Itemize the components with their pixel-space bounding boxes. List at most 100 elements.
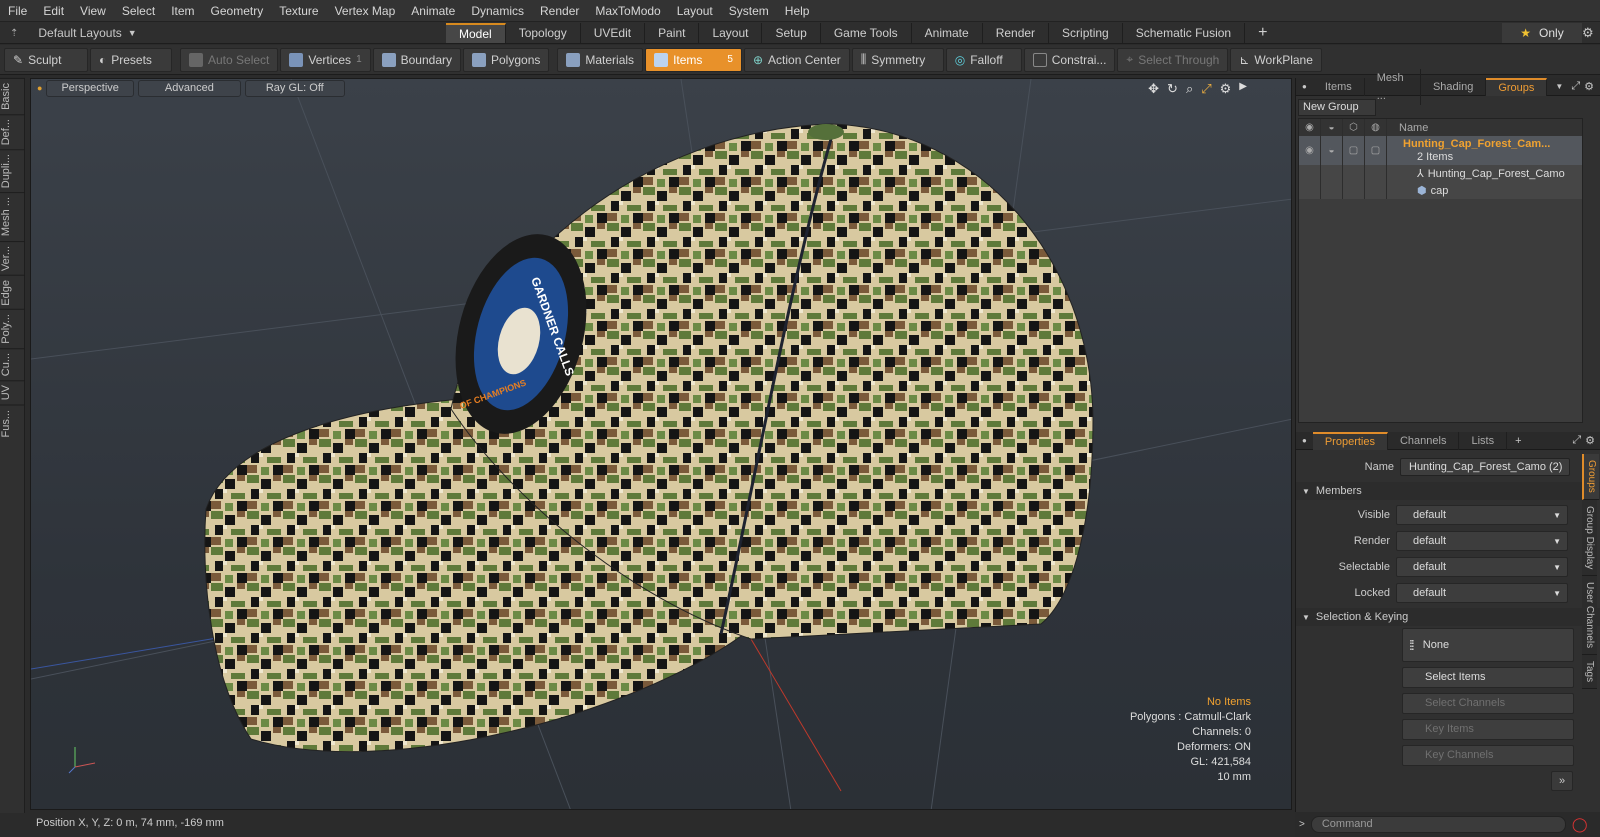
render-dropdown[interactable]: default ▼ xyxy=(1396,531,1568,551)
maximize-icon[interactable]: ⤢ xyxy=(1572,434,1585,447)
layout-dropdown[interactable]: ⇡ Default Layouts ▼ xyxy=(4,22,137,44)
expand-button[interactable]: » xyxy=(1551,771,1573,791)
pan-icon[interactable]: ✥ xyxy=(1148,81,1159,97)
menu-animate[interactable]: Animate xyxy=(403,0,463,22)
menu-texture[interactable]: Texture xyxy=(271,0,326,22)
constraints-button[interactable]: Constrai... xyxy=(1023,47,1116,72)
none-button[interactable]: ⁞⁞ None xyxy=(1402,628,1574,662)
tab-groups-side[interactable]: Groups xyxy=(1582,454,1599,500)
tab-paint[interactable]: Paint xyxy=(645,23,700,43)
tab-tags[interactable]: Tags xyxy=(1582,655,1597,690)
perspective-button[interactable]: Perspective xyxy=(46,79,134,97)
command-input[interactable]: Command xyxy=(1310,816,1566,833)
tab-vertex[interactable]: Ver... xyxy=(0,240,25,275)
menu-render[interactable]: Render xyxy=(532,0,587,22)
tab-basic[interactable]: Basic xyxy=(0,78,25,114)
eye-icon[interactable]: ◉ xyxy=(1299,119,1321,136)
render-icon[interactable]: ◒ xyxy=(1321,119,1343,136)
tab-edge[interactable]: Edge xyxy=(0,274,25,310)
key-items-button[interactable]: Key Items xyxy=(1402,719,1574,740)
panel-menu-icon[interactable]: ● xyxy=(1296,436,1313,445)
chevron-down-icon[interactable]: ▼ xyxy=(1547,82,1571,91)
menu-geometry[interactable]: Geometry xyxy=(203,0,272,22)
tab-render[interactable]: Render xyxy=(983,23,1050,43)
action-center-button[interactable]: ⊕ Action Center xyxy=(743,47,850,72)
viewport-settings-icon[interactable]: ⚙ xyxy=(1220,81,1232,97)
tab-mesh[interactable]: Mesh ... xyxy=(1365,68,1421,105)
menu-file[interactable]: File xyxy=(0,0,35,22)
tab-groups[interactable]: Groups xyxy=(1486,77,1548,96)
expand-arrow-icon[interactable]: ▶ xyxy=(1239,81,1247,97)
zoom-icon[interactable]: ⌕ xyxy=(1186,81,1193,97)
maximize-icon[interactable]: ⤢ xyxy=(1571,80,1584,93)
gear-icon[interactable]: ⚙ xyxy=(1582,25,1594,41)
tab-user-channels[interactable]: User Channels xyxy=(1582,576,1597,656)
tab-game-tools[interactable]: Game Tools xyxy=(821,23,912,43)
tab-fusion[interactable]: Fus... xyxy=(0,404,25,442)
tab-mesh[interactable]: Mesh ... xyxy=(0,192,25,241)
menu-system[interactable]: System xyxy=(721,0,777,22)
menu-edit[interactable]: Edit xyxy=(35,0,72,22)
tab-uv[interactable]: UV xyxy=(0,380,25,405)
tab-topology[interactable]: Topology xyxy=(506,23,581,43)
gear-icon[interactable]: ⚙ xyxy=(1584,80,1600,93)
menu-layout[interactable]: Layout xyxy=(669,0,721,22)
members-section[interactable]: ▼ Members xyxy=(1296,482,1600,500)
only-button[interactable]: ★ Only xyxy=(1502,23,1582,43)
workplane-button[interactable]: ⊾ WorkPlane xyxy=(1230,47,1322,72)
sculpt-button[interactable]: ✎ Sculpt xyxy=(4,47,88,72)
add-tab-icon[interactable]: + xyxy=(1507,435,1529,447)
tab-duplicate[interactable]: Dupli... xyxy=(0,149,25,193)
tab-animate[interactable]: Animate xyxy=(912,23,983,43)
auto-select-button[interactable]: Auto Select xyxy=(180,47,279,72)
select-items-button[interactable]: Select Items xyxy=(1402,667,1574,688)
fit-icon[interactable]: ⤢ xyxy=(1201,81,1211,97)
viewport-menu-icon[interactable]: ● xyxy=(37,83,42,93)
tab-layout[interactable]: Layout xyxy=(699,23,763,43)
raygl-button[interactable]: Ray GL: Off xyxy=(244,79,345,97)
rotate-icon[interactable]: ↻ xyxy=(1167,81,1178,97)
presets-button[interactable]: ◐ Presets xyxy=(90,47,172,72)
record-icon[interactable]: ◯ xyxy=(1572,816,1588,833)
select-toggle[interactable]: ▢ xyxy=(1365,136,1387,165)
gear-icon[interactable]: ⚙ xyxy=(1585,434,1600,447)
tab-lists[interactable]: Lists xyxy=(1459,431,1508,450)
menu-help[interactable]: Help xyxy=(777,0,818,22)
tab-curve[interactable]: Cu... xyxy=(0,348,25,381)
lock-toggle[interactable]: ▢ xyxy=(1343,136,1365,165)
tab-uvedit[interactable]: UVEdit xyxy=(581,23,646,43)
list-item[interactable]: ⅄ Hunting_Cap_Forest_Camo xyxy=(1299,165,1582,182)
eye-toggle-icon[interactable]: ◉ xyxy=(1299,136,1321,165)
tab-properties[interactable]: Properties xyxy=(1312,431,1388,450)
tab-items[interactable]: Items xyxy=(1313,77,1365,96)
tab-model[interactable]: Model xyxy=(446,23,506,43)
symmetry-button[interactable]: ⫼ Symmetry xyxy=(851,47,944,72)
menu-item[interactable]: Item xyxy=(163,0,202,22)
menu-select[interactable]: Select xyxy=(114,0,163,22)
falloff-button[interactable]: ◎ Falloff xyxy=(945,47,1022,72)
polygons-button[interactable]: Polygons xyxy=(463,47,550,72)
items-button[interactable]: Items 5 xyxy=(645,47,742,72)
tab-shading[interactable]: Shading xyxy=(1421,77,1487,96)
menu-vertex-map[interactable]: Vertex Map xyxy=(327,0,404,22)
materials-button[interactable]: Materials xyxy=(557,47,644,72)
3d-viewport[interactable]: GARDNER CALLS OF CHAMPIONS ● Perspective… xyxy=(30,78,1292,810)
menu-view[interactable]: View xyxy=(72,0,114,22)
advanced-button[interactable]: Advanced xyxy=(137,79,241,97)
vertices-button[interactable]: Vertices 1 xyxy=(280,47,371,72)
select-channels-button[interactable]: Select Channels xyxy=(1402,693,1574,714)
list-item[interactable]: ⬢ cap xyxy=(1299,182,1582,199)
select-through-button[interactable]: ⌖ Select Through xyxy=(1117,47,1229,72)
menu-dynamics[interactable]: Dynamics xyxy=(463,0,532,22)
visible-dropdown[interactable]: default ▼ xyxy=(1396,505,1568,525)
tab-polygon[interactable]: Poly... xyxy=(0,309,25,349)
menu-maxtomodo[interactable]: MaxToModo xyxy=(587,0,668,22)
name-field[interactable]: Hunting_Cap_Forest_Camo (2) xyxy=(1400,458,1570,476)
lock-icon[interactable]: ⬡ xyxy=(1343,119,1365,136)
group-row-selected[interactable]: ◉ ◒ ▢ ▢ Hunting_Cap_Forest_Cam... 2 Item… xyxy=(1299,136,1582,165)
tab-group-display[interactable]: Group Display xyxy=(1582,499,1597,577)
boundary-button[interactable]: Boundary xyxy=(372,47,461,72)
render-toggle-icon[interactable]: ◒ xyxy=(1321,136,1343,165)
selectable-dropdown[interactable]: default ▼ xyxy=(1396,557,1568,577)
tab-channels[interactable]: Channels xyxy=(1388,431,1460,450)
